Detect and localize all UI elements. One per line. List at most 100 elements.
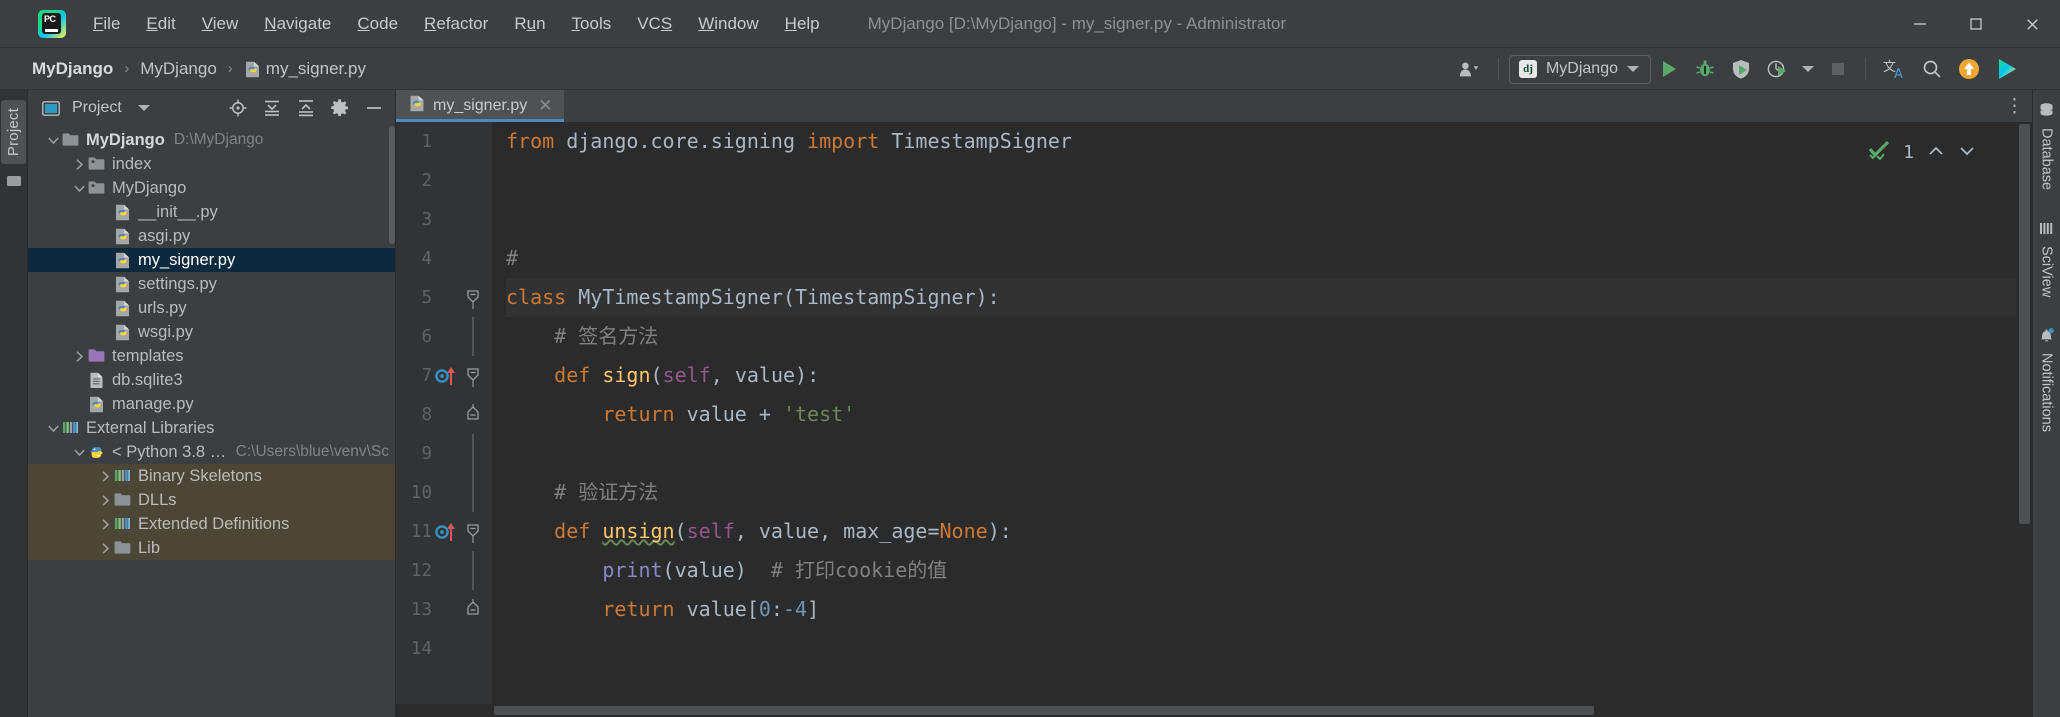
chevron-down-icon[interactable] <box>44 131 62 149</box>
gutter-line[interactable]: 3 <box>396 200 492 239</box>
chevron-right-icon[interactable] <box>70 155 88 173</box>
chevron-down-icon[interactable] <box>70 179 88 197</box>
code-content[interactable]: from django.core.signing import Timestam… <box>492 122 2032 704</box>
gutter-line[interactable]: 4 <box>396 239 492 278</box>
breadcrumb[interactable]: MyDjango › MyDjango › my_signer.py <box>28 57 370 81</box>
menu-item-edit[interactable]: Edit <box>133 10 188 38</box>
tree-item[interactable]: MyDjango <box>28 176 395 200</box>
minimize-button[interactable] <box>1892 0 1948 48</box>
right-stripe-item-sciview[interactable]: SciView <box>2037 220 2057 301</box>
fold-end-icon[interactable] <box>462 598 484 621</box>
code-line[interactable]: return value[0:-4] <box>506 590 2032 629</box>
editor-tab-my-signer[interactable]: my_signer.py ✕ <box>396 90 564 122</box>
right-stripe-item-database[interactable]: Database <box>2037 102 2057 194</box>
prev-problem-icon[interactable] <box>1927 142 1945 163</box>
tree-item[interactable]: DLLs <box>28 488 395 512</box>
code-line[interactable] <box>506 200 2032 239</box>
menu-item-code[interactable]: Code <box>344 10 411 38</box>
menu-item-vcs[interactable]: VCS <box>624 10 685 38</box>
inspection-widget[interactable]: 1 <box>1868 140 1976 165</box>
code-line[interactable] <box>506 434 2032 473</box>
project-tree[interactable]: MyDjango D:\MyDjango index MyDjango __init__… <box>28 126 395 717</box>
search-icon[interactable] <box>1914 54 1950 84</box>
menu-item-tools[interactable]: Tools <box>559 10 625 38</box>
code-line[interactable]: # 签名方法 <box>506 317 2032 356</box>
gutter-line[interactable]: 7 <box>396 356 492 395</box>
tree-item[interactable]: wsgi.py <box>28 320 395 344</box>
code-line[interactable]: # <box>506 239 2032 278</box>
code-line[interactable]: # 验证方法 <box>506 473 2032 512</box>
tree-item[interactable]: External Libraries <box>28 416 395 440</box>
code-line[interactable]: def unsign(self, value, max_age=None): <box>506 512 2032 551</box>
right-stripe-item-notifications[interactable]: Notifications <box>2037 327 2057 436</box>
chevron-right-icon[interactable] <box>96 515 114 533</box>
chevron-right-icon[interactable] <box>70 347 88 365</box>
stop-button[interactable] <box>1821 54 1855 84</box>
hide-panel-icon[interactable] <box>361 95 387 121</box>
gutter-line[interactable]: 6 <box>396 317 492 356</box>
profile-button[interactable] <box>1759 54 1795 84</box>
gutter-line[interactable]: 11 <box>396 512 492 551</box>
structure-icon[interactable] <box>6 174 22 188</box>
user-account-icon[interactable] <box>1452 54 1488 84</box>
code-line[interactable]: class MyTimestampSigner(TimestampSigner)… <box>506 278 2032 317</box>
code-line[interactable]: from django.core.signing import Timestam… <box>506 122 2032 161</box>
fold-collapse-icon[interactable] <box>462 365 484 387</box>
tree-item[interactable]: manage.py <box>28 392 395 416</box>
gutter-line[interactable]: 12 <box>396 551 492 590</box>
breadcrumb-item[interactable]: MyDjango <box>28 57 117 81</box>
chevron-down-icon[interactable] <box>70 443 88 461</box>
fold-end-icon[interactable] <box>462 403 484 426</box>
menu-item-navigate[interactable]: Navigate <box>251 10 344 38</box>
close-button[interactable] <box>2004 0 2060 48</box>
tree-item[interactable]: index <box>28 152 395 176</box>
maximize-button[interactable] <box>1948 0 2004 48</box>
chevron-down-icon[interactable] <box>44 419 62 437</box>
project-scope-chevron-icon[interactable] <box>137 105 150 111</box>
gutter-line[interactable]: 1 <box>396 122 492 161</box>
code-line[interactable]: return value + 'test' <box>506 395 2032 434</box>
gutter-line[interactable]: 10 <box>396 473 492 512</box>
close-icon[interactable]: ✕ <box>538 96 552 116</box>
tree-item[interactable]: MyDjango D:\MyDjango <box>28 128 395 152</box>
menu-bar[interactable]: File Edit View Navigate Code Refactor Run Tools… <box>80 10 833 38</box>
settings-gear-icon[interactable] <box>327 95 353 121</box>
collapse-all-icon[interactable] <box>293 95 319 121</box>
menu-item-help[interactable]: Help <box>772 10 833 38</box>
gutter-line[interactable]: 14 <box>396 629 492 668</box>
chevron-right-icon[interactable] <box>96 467 114 485</box>
sidebar-item-project[interactable]: Project <box>1 100 26 165</box>
chevron-right-icon[interactable] <box>96 539 114 557</box>
gutter-line[interactable]: 9 <box>396 434 492 473</box>
update-project-icon[interactable] <box>1950 54 1988 84</box>
code-line[interactable]: print(value) # 打印cookie的值 <box>506 551 2032 590</box>
debug-button[interactable] <box>1687 54 1723 84</box>
fold-collapse-icon[interactable] <box>462 287 484 309</box>
editor-scrollbar-thumb[interactable] <box>2019 124 2030 524</box>
editor-horizontal-scrollbar-thumb[interactable] <box>494 706 1594 715</box>
tree-item[interactable]: my_signer.py <box>28 248 395 272</box>
tree-item[interactable]: db.sqlite3 <box>28 368 395 392</box>
code-editor[interactable]: 1 2 3 4 5 6 7 8 9 10 11 12 13 14 from django.core.sig… <box>396 122 2032 704</box>
next-problem-icon[interactable] <box>1958 142 1976 163</box>
ide-feature-trainer-icon[interactable] <box>1988 54 2026 84</box>
menu-item-window[interactable]: Window <box>685 10 771 38</box>
override-method-icon[interactable] <box>432 521 462 543</box>
editor-scrollbar[interactable] <box>2016 122 2032 704</box>
gutter-line[interactable]: 13 <box>396 590 492 629</box>
breadcrumb-item[interactable]: MyDjango <box>136 57 221 81</box>
code-line[interactable]: def sign(self, value): <box>506 356 2032 395</box>
menu-item-view[interactable]: View <box>189 10 252 38</box>
tree-item[interactable]: Extended Definitions <box>28 512 395 536</box>
profile-dropdown-icon[interactable] <box>1795 54 1821 84</box>
code-line[interactable] <box>506 161 2032 200</box>
run-configuration-selector[interactable]: dj MyDjango <box>1508 54 1651 84</box>
menu-item-refactor[interactable]: Refactor <box>411 10 501 38</box>
locate-icon[interactable] <box>225 95 251 121</box>
chevron-right-icon[interactable] <box>96 491 114 509</box>
tree-item[interactable]: Lib <box>28 536 395 560</box>
fold-collapse-icon[interactable] <box>462 521 484 543</box>
expand-all-icon[interactable] <box>259 95 285 121</box>
breadcrumb-item[interactable]: my_signer.py <box>240 57 370 81</box>
editor-tab-options[interactable]: ⋮ <box>2005 90 2024 122</box>
